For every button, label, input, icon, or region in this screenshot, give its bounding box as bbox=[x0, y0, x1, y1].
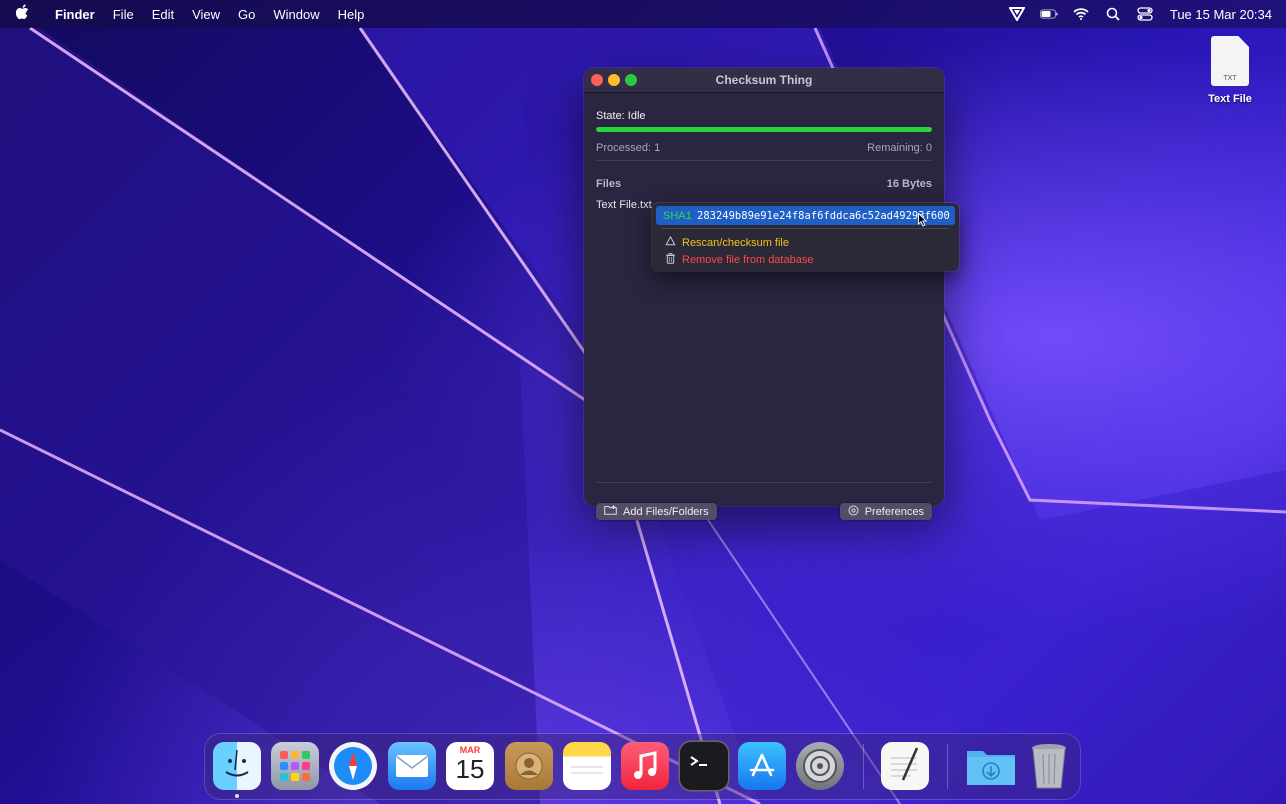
downloads-folder-dock-icon[interactable] bbox=[965, 742, 1017, 790]
zoom-window-button[interactable] bbox=[625, 74, 637, 86]
gear-icon bbox=[848, 505, 859, 519]
finder-dock-icon[interactable] bbox=[213, 742, 261, 790]
textedit-dock-icon[interactable] bbox=[881, 742, 929, 790]
app-store-dock-icon[interactable] bbox=[738, 742, 786, 790]
text-file-icon: TXT bbox=[1211, 36, 1249, 86]
remove-file-menu-item[interactable]: Remove file from database bbox=[665, 253, 813, 267]
control-center-icon[interactable] bbox=[1136, 6, 1154, 22]
sha1-hash-row[interactable]: SHA1 283249b89e91e24f8af6fddca6c52ad4929… bbox=[656, 206, 955, 225]
remove-label: Remove file from database bbox=[682, 254, 814, 266]
menu-file[interactable]: File bbox=[104, 7, 143, 22]
battery-icon[interactable] bbox=[1039, 6, 1058, 22]
calendar-dock-icon[interactable]: MAR 15 bbox=[446, 742, 494, 790]
mail-dock-icon[interactable] bbox=[388, 742, 436, 790]
dock-separator bbox=[947, 744, 948, 789]
window-titlebar[interactable]: Checksum Thing bbox=[584, 68, 944, 93]
divider bbox=[596, 160, 932, 161]
processed-count: Processed: 1 bbox=[596, 142, 661, 154]
add-folder-icon bbox=[604, 505, 617, 518]
progress-bar bbox=[596, 127, 932, 132]
divider bbox=[596, 482, 932, 483]
menubar-clock[interactable]: Tue 15 Mar 20:34 bbox=[1168, 7, 1272, 22]
menu-go[interactable]: Go bbox=[229, 7, 264, 22]
finder-running-indicator bbox=[235, 794, 239, 798]
recycle-icon bbox=[665, 235, 676, 249]
close-window-button[interactable] bbox=[591, 74, 603, 86]
menu-view[interactable]: View bbox=[183, 7, 229, 22]
rescan-checksum-menu-item[interactable]: Rescan/checksum file bbox=[665, 235, 789, 249]
rescan-label: Rescan/checksum file bbox=[682, 236, 789, 249]
dock-separator bbox=[863, 744, 864, 789]
file-extension-label: TXT bbox=[1223, 75, 1237, 82]
dock: MAR 15 bbox=[205, 734, 1080, 799]
desktop-file-name: Text File bbox=[1208, 93, 1252, 105]
divider bbox=[662, 228, 949, 229]
preferences-label: Preferences bbox=[864, 505, 924, 518]
spotlight-search-icon[interactable] bbox=[1104, 6, 1122, 22]
hash-algorithm-label: SHA1 bbox=[663, 209, 692, 222]
contacts-dock-icon[interactable] bbox=[505, 742, 553, 790]
vpn-icon[interactable] bbox=[1008, 6, 1026, 22]
desktop-text-file[interactable]: TXT Text File bbox=[1200, 36, 1260, 105]
remaining-count: Remaining: 0 bbox=[867, 142, 932, 154]
calendar-day: 15 bbox=[455, 754, 485, 784]
system-preferences-dock-icon[interactable] bbox=[796, 742, 844, 790]
checksum-thing-window: Checksum Thing State: Idle Processed: 1 … bbox=[584, 68, 944, 520]
add-files-folders-button[interactable]: Add Files/Folders bbox=[596, 503, 717, 520]
notes-dock-icon[interactable] bbox=[563, 742, 611, 790]
minimize-window-button[interactable] bbox=[608, 74, 620, 86]
menu-edit[interactable]: Edit bbox=[143, 7, 183, 22]
menu-help[interactable]: Help bbox=[329, 7, 374, 22]
preferences-button[interactable]: Preferences bbox=[839, 503, 932, 520]
music-dock-icon[interactable] bbox=[621, 742, 669, 790]
menu-window[interactable]: Window bbox=[264, 7, 328, 22]
total-size-label: 16 Bytes bbox=[886, 178, 932, 190]
menu-bar: Finder File Edit View Go Window Help Tue… bbox=[0, 0, 1286, 28]
state-label: State: Idle bbox=[596, 110, 646, 122]
mouse-pointer-icon bbox=[918, 213, 928, 227]
wifi-icon[interactable] bbox=[1072, 6, 1090, 22]
progress-fill bbox=[596, 127, 932, 132]
window-title: Checksum Thing bbox=[715, 73, 813, 87]
add-files-folders-label: Add Files/Folders bbox=[623, 505, 709, 518]
trash-dock-icon[interactable] bbox=[1025, 742, 1073, 790]
safari-dock-icon[interactable] bbox=[329, 742, 377, 790]
file-context-popup: SHA1 283249b89e91e24f8af6fddca6c52ad4929… bbox=[652, 203, 959, 271]
launchpad-dock-icon[interactable] bbox=[271, 742, 319, 790]
apple-menu-icon[interactable] bbox=[0, 3, 46, 25]
menu-app-finder[interactable]: Finder bbox=[46, 7, 104, 22]
trash-icon bbox=[665, 253, 676, 267]
files-header: Files bbox=[596, 178, 622, 190]
terminal-dock-icon[interactable] bbox=[680, 742, 728, 790]
hash-value: 283249b89e91e24f8af6fddca6c52ad49293f600 bbox=[697, 209, 950, 222]
file-list-item[interactable]: Text File.txt bbox=[596, 199, 652, 211]
